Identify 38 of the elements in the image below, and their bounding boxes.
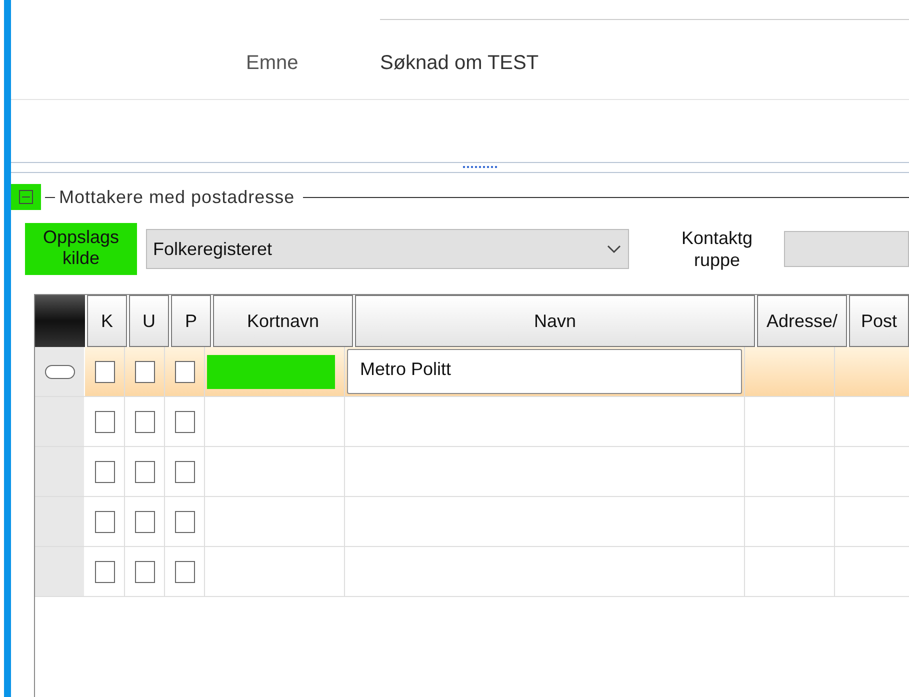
group-title: Mottakere med postadresse (59, 186, 295, 209)
checkbox[interactable] (174, 510, 194, 532)
subject-label: Emne (246, 51, 300, 76)
lookup-label: Oppslags kilde (25, 223, 137, 275)
column-header[interactable]: K (87, 295, 127, 347)
checkbox[interactable] (134, 360, 154, 382)
checkbox[interactable] (174, 360, 194, 382)
name-input[interactable]: Metro Politt (347, 349, 742, 394)
column-header[interactable]: Adresse/ (757, 295, 847, 347)
checkbox[interactable] (174, 410, 194, 432)
checkbox[interactable] (134, 410, 154, 432)
column-header[interactable]: Navn (355, 295, 755, 347)
chevron-down-icon (606, 244, 622, 254)
checkbox[interactable] (94, 460, 114, 482)
edit-row-icon (44, 364, 74, 378)
table-row[interactable]: Metro Politt (35, 347, 909, 397)
subject-value: Søknad om TEST (380, 51, 539, 76)
column-header[interactable]: Post (849, 295, 909, 347)
checkbox[interactable] (94, 510, 114, 532)
contact-group-label: Kontaktg ruppe (680, 227, 754, 271)
splitter-grip-icon[interactable] (463, 166, 497, 169)
column-header[interactable]: P (171, 295, 211, 347)
checkbox[interactable] (94, 410, 114, 432)
checkbox[interactable] (94, 560, 114, 582)
checkbox[interactable] (94, 360, 114, 382)
contact-group-field[interactable] (784, 231, 909, 267)
checkbox[interactable] (174, 460, 194, 482)
checkbox[interactable] (174, 560, 194, 582)
corner-header (35, 295, 85, 347)
checkbox[interactable] (134, 460, 154, 482)
checkbox[interactable] (134, 560, 154, 582)
checkbox[interactable] (134, 510, 154, 532)
minus-box-icon (19, 190, 33, 204)
column-header[interactable]: Kortnavn (213, 295, 353, 347)
row-header[interactable] (35, 347, 85, 396)
lookup-dropdown[interactable]: Folkeregisteret (146, 229, 629, 269)
column-header[interactable]: U (129, 295, 169, 347)
collapse-toggle[interactable] (11, 184, 41, 210)
